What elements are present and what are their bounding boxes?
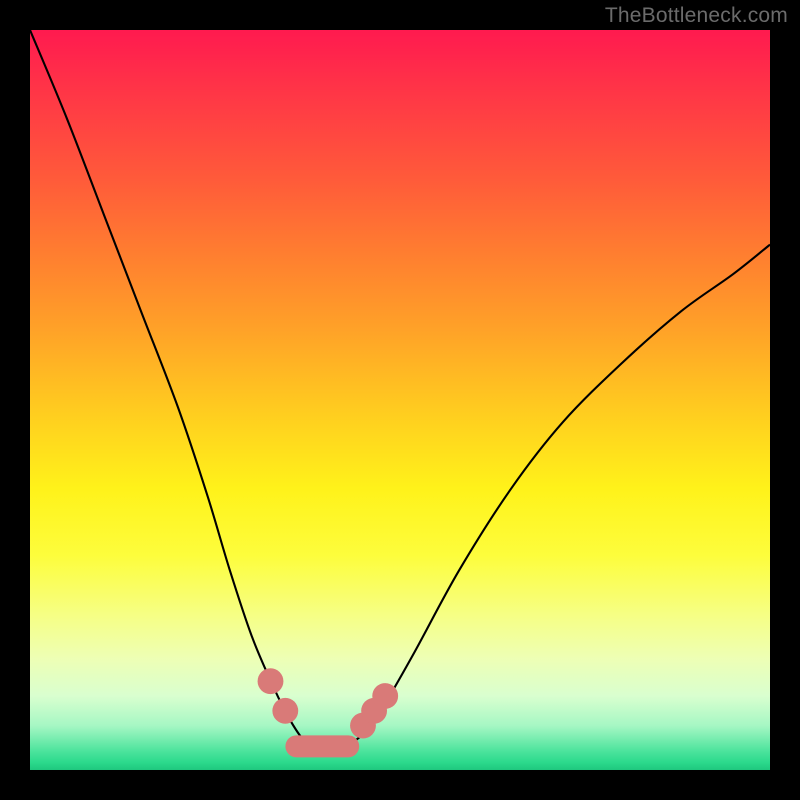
curve-marker: [258, 668, 284, 694]
bottleneck-curve-svg: [30, 30, 770, 770]
chart-frame: TheBottleneck.com: [0, 0, 800, 800]
plot-area: [30, 30, 770, 770]
curve-markers: [258, 668, 399, 738]
bottleneck-curve-path: [30, 30, 770, 748]
curve-marker: [272, 698, 298, 724]
watermark-text: TheBottleneck.com: [605, 4, 788, 28]
curve-marker: [372, 683, 398, 709]
